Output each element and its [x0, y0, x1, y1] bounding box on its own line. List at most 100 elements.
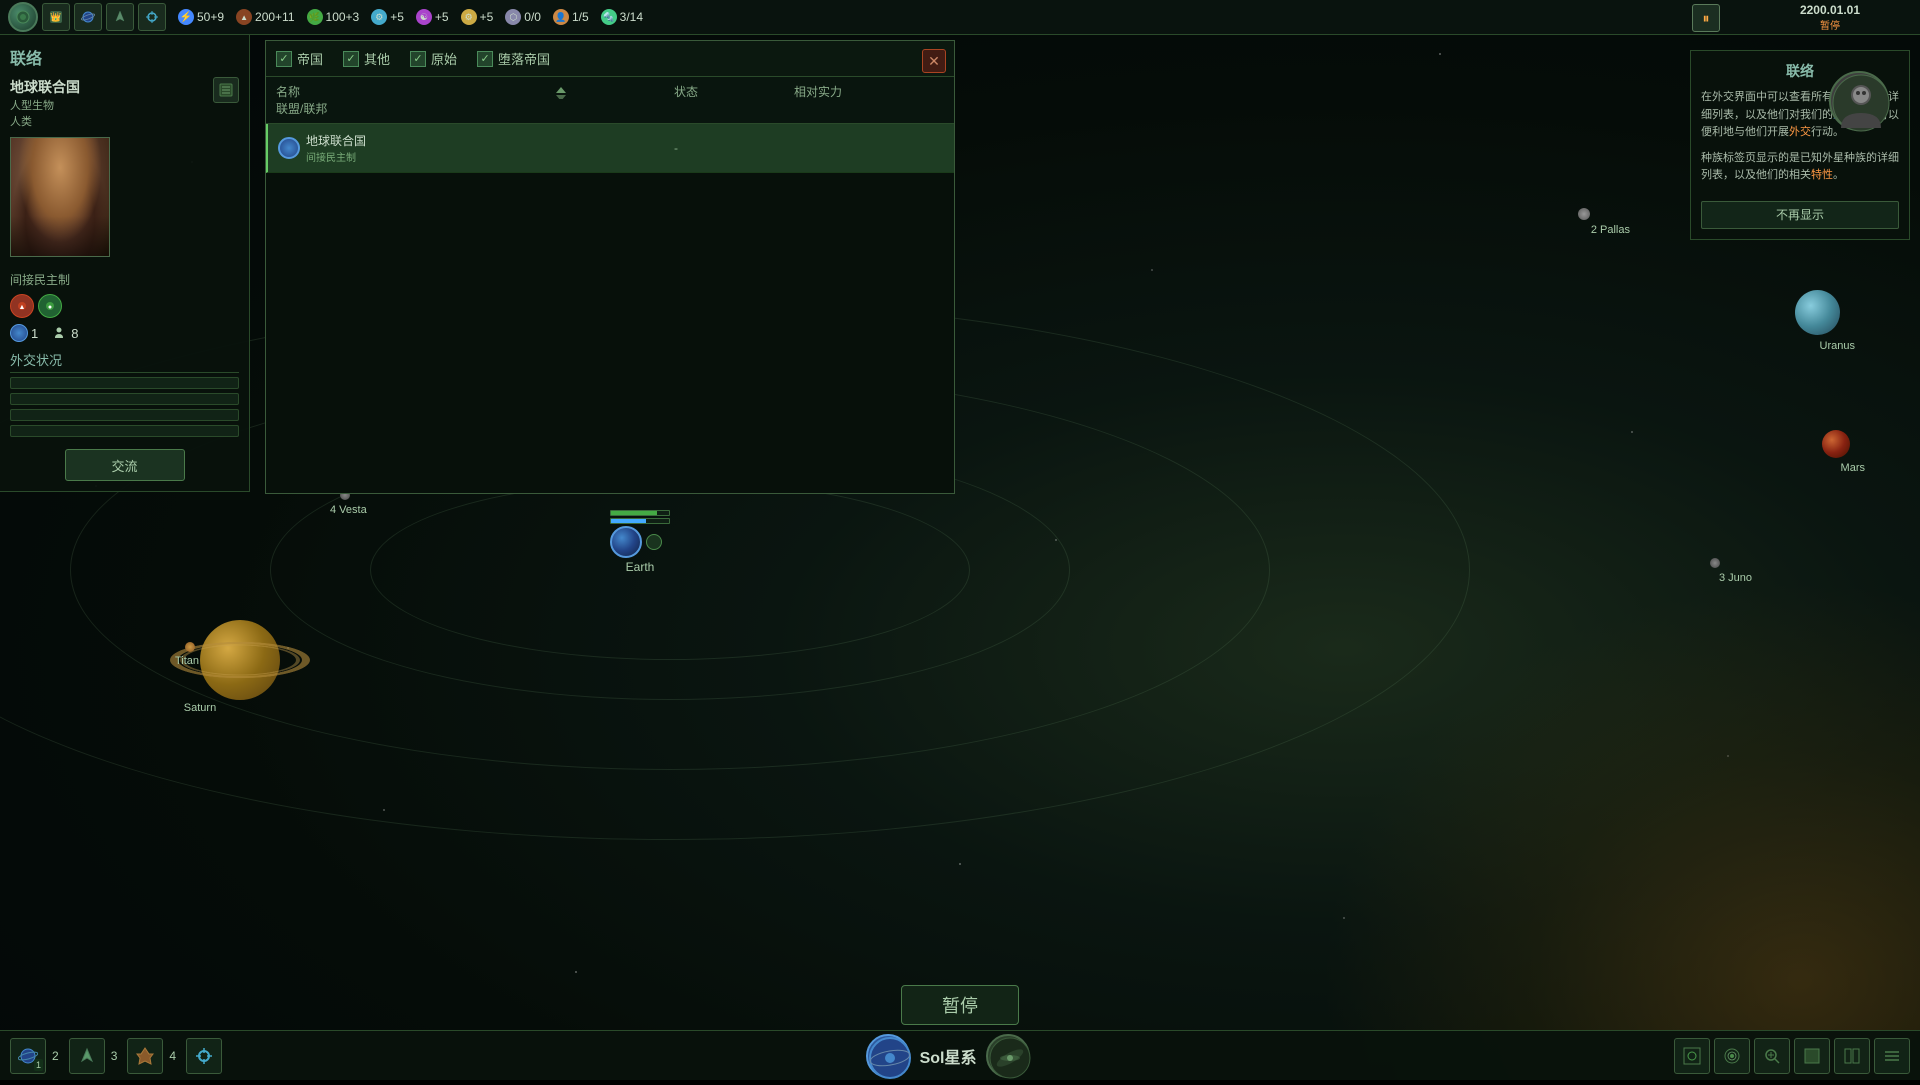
zoom-in-btn[interactable]: [1754, 1038, 1790, 1074]
split-view-btn[interactable]: [1834, 1038, 1870, 1074]
fleets-btn[interactable]: [106, 3, 134, 31]
other-checkbox[interactable]: ✓: [343, 51, 359, 67]
fallen-checkbox[interactable]: ✓: [477, 51, 493, 67]
orbital-ring-4: [370, 480, 970, 660]
info-text-block-2: 种族标签页显示的是已知外星种族的详细列表，以及他们的相关特性。: [1701, 150, 1899, 185]
empire-header: 地球联合国 人型生物 人类: [10, 77, 239, 129]
planets-btn[interactable]: [74, 3, 102, 31]
ethic-icon-2[interactable]: ●: [38, 294, 62, 318]
flag-icon: [15, 9, 31, 25]
empire-flag-btn[interactable]: [8, 2, 38, 32]
left-diplomacy-panel: 联络 地球联合国 人型生物 人类 间接民主制 ▲: [0, 35, 250, 492]
bottom-planets-btn[interactable]: 1: [10, 1038, 46, 1074]
juno-label: 3 Juno: [1719, 572, 1752, 584]
tech-bottom-icon: [194, 1046, 214, 1066]
table-row[interactable]: 地球联合国 间接民主制 -: [266, 124, 954, 173]
alloys-value: 0/0: [524, 10, 541, 24]
pop-icon: 🔩: [601, 9, 617, 25]
fleet-count-1: 2: [52, 1049, 59, 1063]
menu-btn[interactable]: [1874, 1038, 1910, 1074]
bottom-tech-btn[interactable]: [186, 1038, 222, 1074]
pause-button[interactable]: ⏸: [1692, 4, 1720, 32]
bottom-left-icons: 1 2 3 4: [10, 1038, 222, 1074]
filter-other[interactable]: ✓ 其他: [343, 49, 390, 68]
saturn-planet-container: Saturn: [200, 620, 280, 700]
empire-row-sub: 间接民主制: [306, 149, 366, 164]
earth-container: Earth: [610, 510, 670, 574]
ethic-2-icon: ●: [44, 300, 56, 312]
government-type: 间接民主制: [10, 271, 239, 288]
uranus-label: Uranus: [1820, 340, 1855, 352]
system-name: Sol星系: [920, 1044, 977, 1068]
empire-row-name-cell: 地球联合国 间接民主制: [278, 132, 554, 164]
system-icon-right[interactable]: [986, 1034, 1030, 1078]
empire-settings-btn[interactable]: [213, 77, 239, 103]
pop-stat-icon: [50, 324, 68, 342]
mars-label: Mars: [1841, 462, 1865, 474]
galaxy-map-btn[interactable]: [1714, 1038, 1750, 1074]
pause-icon: ⏸: [1703, 10, 1710, 27]
panel-title: 联络: [10, 45, 239, 69]
svg-text:●: ●: [48, 304, 52, 311]
filter-empire[interactable]: ✓ 帝国: [276, 49, 323, 68]
mars-planet[interactable]: [1822, 430, 1850, 458]
no-show-button[interactable]: 不再显示: [1701, 201, 1899, 229]
system-icon-left[interactable]: [866, 1034, 910, 1078]
empire-row-text: 地球联合国 间接民主制: [306, 132, 366, 164]
empire-species: 人类: [10, 113, 80, 129]
alloys-icon: ⬡: [505, 9, 521, 25]
empire-row-status: -: [674, 141, 794, 155]
modal-close-button[interactable]: ✕: [922, 49, 946, 73]
empire-checkbox[interactable]: ✓: [276, 51, 292, 67]
saturn-label: Saturn: [184, 702, 216, 714]
saturn-planet[interactable]: [200, 620, 280, 700]
filter-origin[interactable]: ✓ 原始: [410, 49, 457, 68]
right-info-panel: 联络 在外交界面中可以查看所有已知帝国的详细列表，以及他们对我们的态度，还可以便…: [1690, 50, 1910, 240]
technology-btn[interactable]: [138, 3, 166, 31]
col-status: 状态: [674, 83, 794, 100]
juno-planet[interactable]: [1710, 558, 1720, 568]
planets-icon: [80, 9, 96, 25]
system-display: Sol星系: [866, 1034, 1031, 1078]
titan-planet[interactable]: [185, 642, 195, 652]
pop-figure-icon: [52, 326, 66, 340]
earth-health-bars: [610, 510, 670, 524]
minimap-btn[interactable]: [1674, 1038, 1710, 1074]
ethic-icon-1[interactable]: ▲: [10, 294, 34, 318]
bottom-fleet-btn[interactable]: [69, 1038, 105, 1074]
uranus-planet[interactable]: [1795, 290, 1840, 335]
bottom-military-btn[interactable]: [127, 1038, 163, 1074]
svg-text:👑: 👑: [50, 12, 61, 22]
fleet-bottom-icon: [77, 1046, 97, 1066]
minerals-value: 200+11: [255, 10, 295, 24]
pause-text: 暂停: [942, 996, 978, 1016]
minerals-icon: ▲: [236, 9, 252, 25]
resource-pop: 🔩 3/14: [601, 9, 643, 25]
leader-portrait[interactable]: [10, 137, 110, 257]
empire-filter-label: 帝国: [297, 49, 323, 68]
highlight-diplomacy: 外交: [1789, 126, 1811, 138]
table-header: 名称 状态 相对实力 联盟/联邦: [266, 77, 954, 124]
planet-stat-icon: [10, 324, 28, 342]
pallas-planet[interactable]: [1578, 208, 1590, 220]
origin-checkbox[interactable]: ✓: [410, 51, 426, 67]
fallen-filter-label: 堕落帝国: [498, 49, 550, 68]
empire-overview-btn[interactable]: 👑: [42, 3, 70, 31]
leader-section: [10, 129, 239, 265]
filter-fallen[interactable]: ✓ 堕落帝国: [477, 49, 550, 68]
vesta-label: 4 Vesta: [330, 504, 367, 516]
earth-action-icon-1[interactable]: [646, 534, 662, 550]
top-bar: 👑 ⚡ 50+9 ▲ 200+11 🌿 100+3 ⚙ +: [0, 0, 1920, 35]
empire-icon: 👑: [48, 9, 64, 25]
exchange-button[interactable]: 交流: [65, 449, 185, 481]
fleet-count-2: 3: [111, 1049, 118, 1063]
date-display: 2200.01.01 暂停: [1800, 0, 1860, 35]
resource-influence: ⚙ +5: [461, 9, 494, 25]
bottom-right-icons: [1674, 1038, 1910, 1074]
earth-planet[interactable]: [610, 526, 642, 558]
full-screen-btn[interactable]: [1794, 1038, 1830, 1074]
earth-bar-fill-2: [611, 519, 646, 523]
col-sort[interactable]: [554, 83, 674, 100]
empire-row-icon: [278, 137, 300, 159]
pop-count: 8: [71, 326, 78, 341]
